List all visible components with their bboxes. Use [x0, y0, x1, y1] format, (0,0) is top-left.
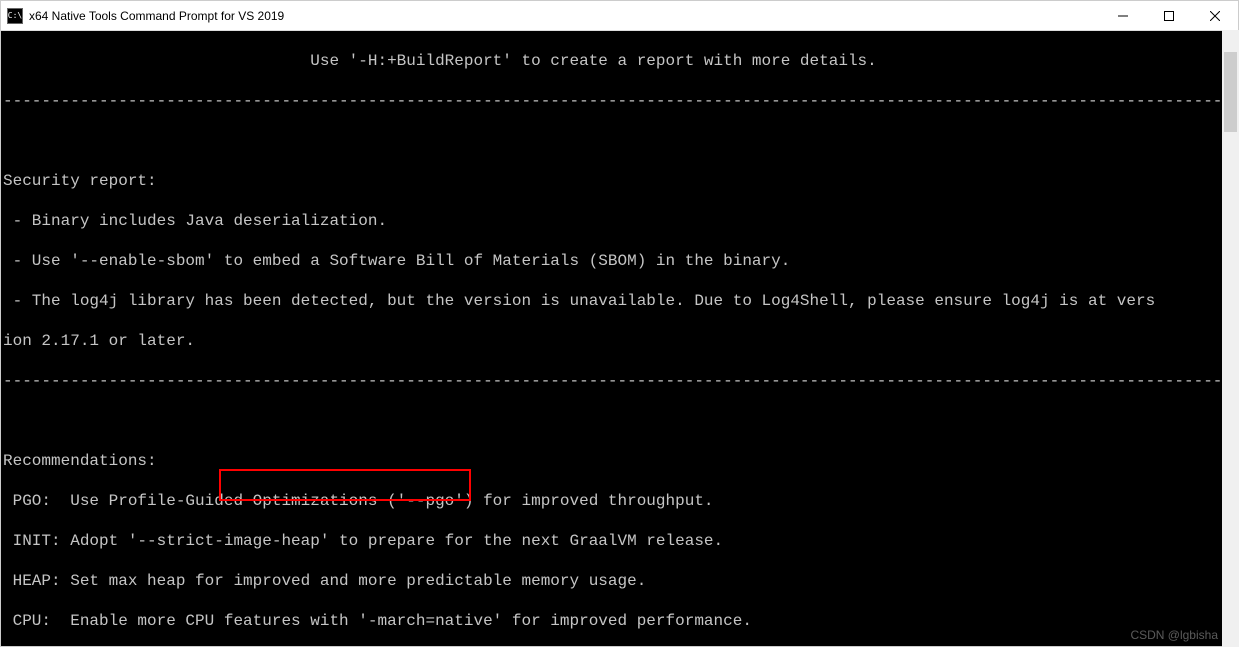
output-line: Use '-H:+BuildReport' to create a report…	[3, 51, 1236, 71]
output-line: - The log4j library has been detected, b…	[3, 291, 1236, 311]
minimize-button[interactable]	[1100, 1, 1146, 31]
terminal-output[interactable]: Use '-H:+BuildReport' to create a report…	[1, 31, 1238, 646]
output-line: PGO: Use Profile-Guided Optimizations ('…	[3, 491, 1236, 511]
output-line: - Binary includes Java deserialization.	[3, 211, 1236, 231]
window-title: x64 Native Tools Command Prompt for VS 2…	[29, 9, 284, 23]
maximize-button[interactable]	[1146, 1, 1192, 31]
titlebar[interactable]: C:\ x64 Native Tools Command Prompt for …	[1, 1, 1238, 31]
separator: ----------------------------------------…	[3, 371, 1236, 391]
separator: ----------------------------------------…	[3, 91, 1236, 111]
cmd-icon: C:\	[7, 8, 23, 24]
scrollbar-thumb[interactable]	[1224, 52, 1237, 132]
output-line	[3, 131, 1236, 151]
section-header: Recommendations:	[3, 451, 1236, 471]
output-line	[3, 411, 1236, 431]
output-line: - Use '--enable-sbom' to embed a Softwar…	[3, 251, 1236, 271]
section-header: Security report:	[3, 171, 1236, 191]
close-button[interactable]	[1192, 1, 1238, 31]
output-line: HEAP: Set max heap for improved and more…	[3, 571, 1236, 591]
output-line: CPU: Enable more CPU features with '-mar…	[3, 611, 1236, 631]
output-line: INIT: Adopt '--strict-image-heap' to pre…	[3, 531, 1236, 551]
output-line: ion 2.17.1 or later.	[3, 331, 1236, 351]
vertical-scrollbar[interactable]	[1222, 30, 1239, 647]
watermark: CSDN @lgbisha	[1130, 625, 1218, 645]
window-frame: C:\ x64 Native Tools Command Prompt for …	[0, 0, 1239, 647]
